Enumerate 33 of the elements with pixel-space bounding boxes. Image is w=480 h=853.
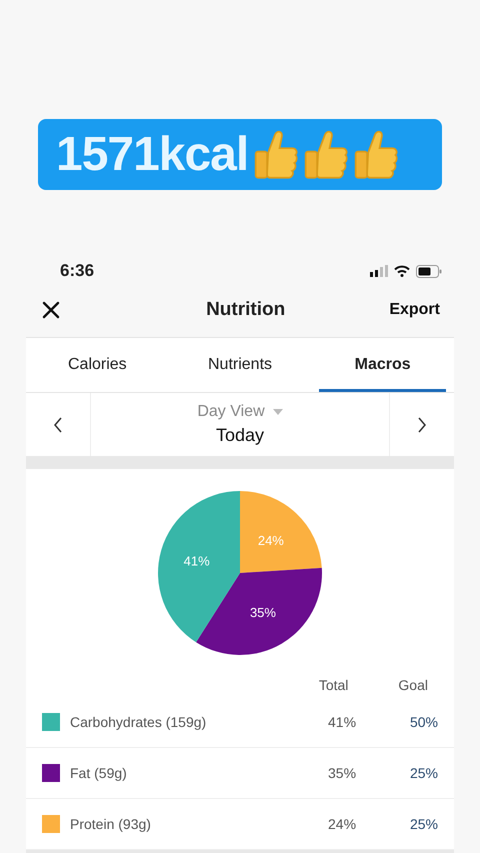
calorie-total: 1571kcal [56, 127, 248, 182]
battery-icon [416, 264, 442, 278]
caret-icon [272, 409, 283, 415]
thumbs-up-icon [252, 130, 298, 180]
total-percent: 24% [328, 816, 358, 832]
tab[interactable]: Nutrients [176, 338, 304, 392]
macro-name: Carbohydrates (159g) [70, 714, 208, 730]
macro-name: Fat (59g) [70, 765, 128, 781]
slice-label: 41% [184, 553, 210, 568]
chevron-left-icon [53, 416, 63, 432]
tab[interactable]: Calories [34, 338, 161, 392]
column-header: Goal [398, 677, 428, 693]
total-percent: 41% [328, 714, 358, 730]
slice-label: 24% [258, 533, 284, 548]
status-time: 6:36 [60, 261, 94, 281]
chevron-right-icon [417, 416, 427, 432]
thumbs-up-icon [352, 130, 398, 180]
goal-percent: 25% [408, 765, 438, 781]
date-label: Today [216, 425, 264, 446]
signal-icon [370, 265, 388, 277]
close-icon [42, 301, 60, 319]
export-button[interactable]: Export [389, 301, 440, 319]
screen-title: Nutrition [206, 299, 286, 321]
goal-percent: 50% [408, 714, 438, 730]
column-header: Total [318, 677, 348, 693]
wifi-icon [394, 265, 410, 277]
slice-label: 35% [250, 604, 276, 620]
macro-name: Protein (93g) [70, 816, 152, 832]
day-view-dropdown[interactable]: Day View [197, 403, 283, 421]
close-button[interactable] [40, 299, 62, 321]
goal-percent: 25% [408, 816, 438, 832]
total-percent: 35% [328, 765, 358, 781]
thumbs-up-icon [302, 130, 348, 180]
